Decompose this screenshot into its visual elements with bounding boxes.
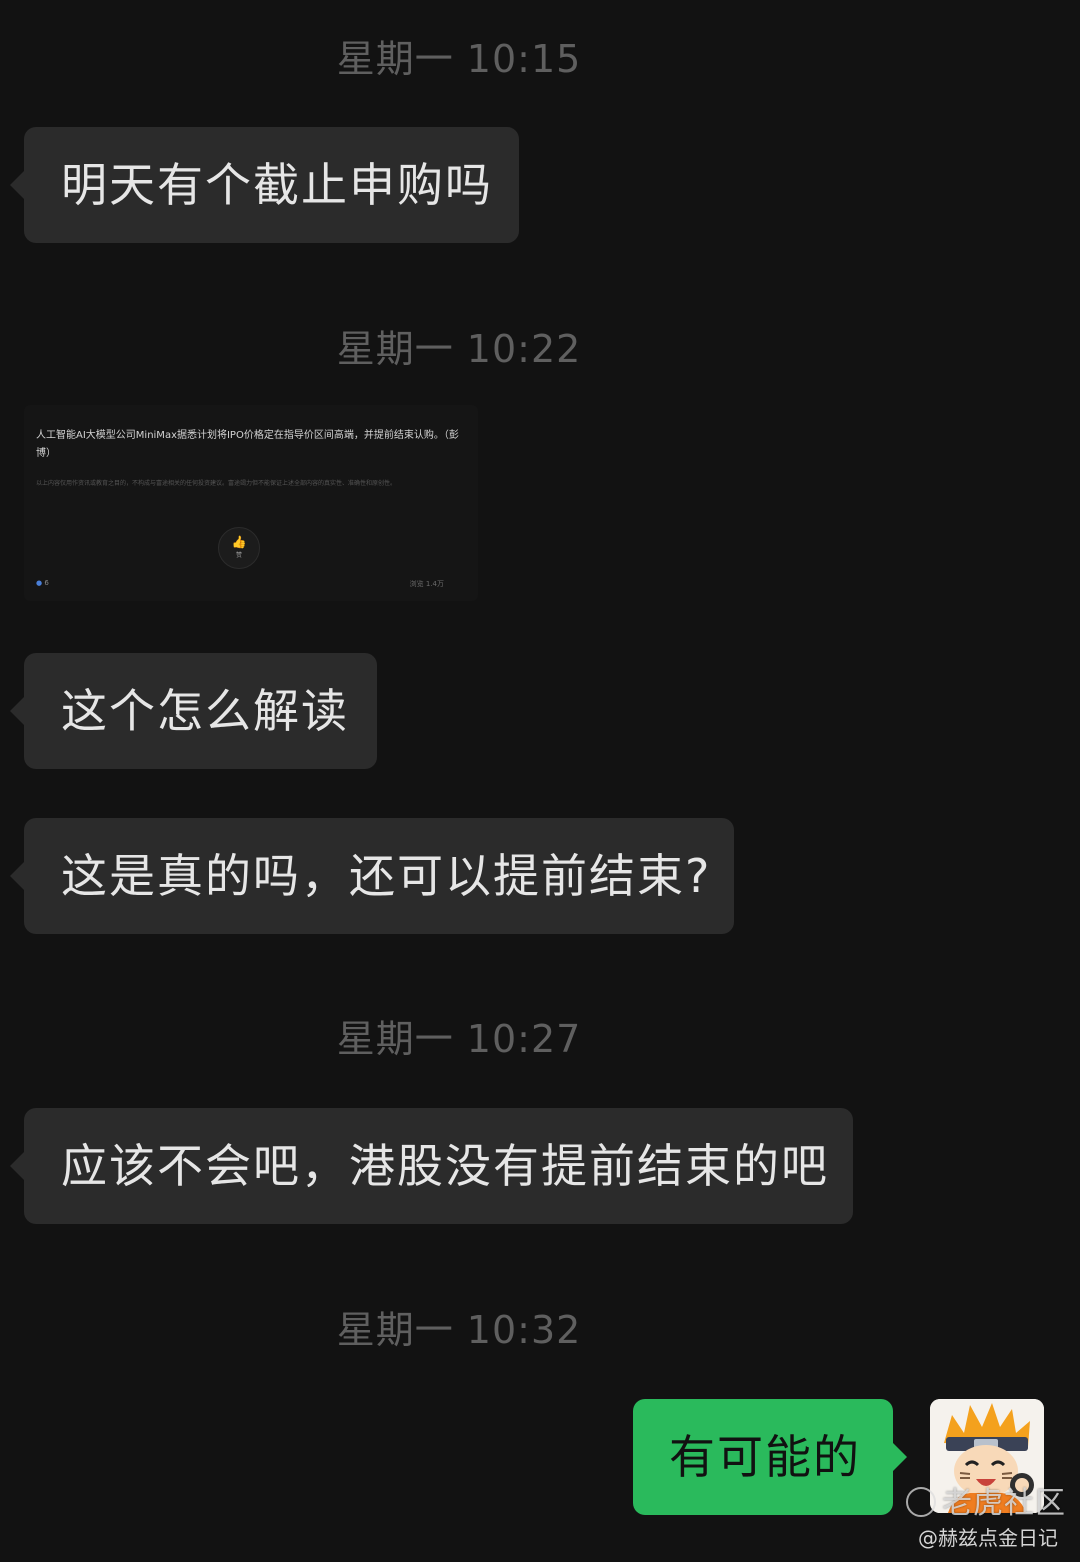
incoming-message-bubble[interactable]: 应该不会吧，港股没有提前结束的吧 (10, 1108, 853, 1224)
chat-screen: 星期一 10:15 明天有个截止申购吗 星期一 10:22 人工智能AI大模型公… (0, 0, 1080, 1562)
view-count: 浏览 1.4万 (409, 580, 444, 588)
card-disclaimer: 以上内容仅用作资讯或教育之目的，不构成与富途相关的任何投资建议。富途竭力但不能保… (36, 480, 397, 487)
like-label: 赞 (235, 552, 242, 559)
reaction-icon: ● (36, 579, 43, 587)
incoming-message-bubble[interactable]: 明天有个截止申购吗 (10, 127, 519, 243)
incoming-message-bubble[interactable]: 这是真的吗，还可以提前结束? (10, 818, 734, 934)
timestamp: 星期一 10:15 (336, 37, 582, 81)
like-button[interactable]: 👍 赞 (218, 527, 260, 569)
card-title: 人工智能AI大模型公司MiniMax据悉计划将IPO价格定在指导价区间高端，并提… (36, 430, 459, 459)
like-count: ● 6 (36, 579, 49, 587)
outgoing-message-bubble[interactable]: 有可能的 (633, 1399, 907, 1515)
timestamp: 星期一 10:22 (336, 327, 582, 371)
timestamp: 星期一 10:27 (336, 1017, 582, 1061)
thumbs-up-icon: 👍 (231, 535, 247, 549)
watermark-brand: 老虎社区 (906, 1478, 1066, 1522)
incoming-message-bubble[interactable]: 这个怎么解读 (10, 653, 377, 769)
shared-news-card[interactable]: 人工智能AI大模型公司MiniMax据悉计划将IPO价格定在指导价区间高端，并提… (24, 405, 478, 601)
timestamp: 星期一 10:32 (336, 1308, 582, 1352)
tiger-logo-icon (906, 1487, 936, 1517)
watermark-author: @赫兹点金日记 (918, 1526, 1058, 1550)
